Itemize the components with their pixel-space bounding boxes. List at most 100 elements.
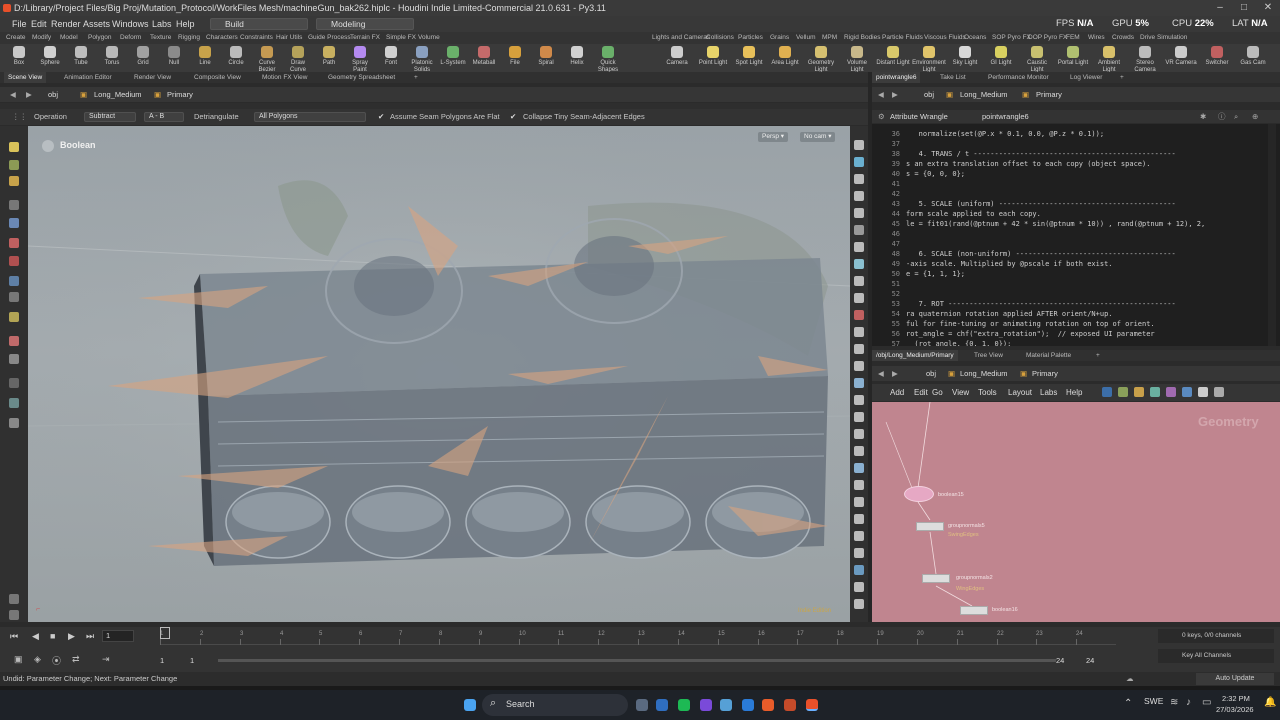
loop-icon[interactable]: ⇄ <box>72 654 80 665</box>
desktop-build-selector[interactable]: Build <box>210 18 308 30</box>
transform-tool-icon[interactable] <box>9 160 19 170</box>
magnet-tool-icon[interactable] <box>9 336 19 346</box>
select-tool-icon[interactable] <box>9 142 19 152</box>
viewport-display-option-icon[interactable] <box>854 174 864 184</box>
assume-seam-checkbox[interactable]: ✔ <box>378 109 384 125</box>
shelf-tab[interactable]: Simple FX <box>386 32 416 44</box>
network-toolbar-icon[interactable] <box>1134 387 1144 397</box>
shelf-tool-button[interactable]: Font <box>376 46 406 67</box>
viewport-display-option-icon[interactable] <box>854 565 864 575</box>
shelf-tool-button[interactable]: File <box>500 46 530 67</box>
path-long-medium[interactable]: Long_Medium <box>960 366 1008 381</box>
start-frame[interactable]: 1 <box>160 656 164 665</box>
add-tab-icon[interactable]: + <box>1092 350 1104 361</box>
shelf-tool-button[interactable]: Point Light <box>696 46 730 67</box>
shelf-tool-button[interactable]: VR Camera <box>1164 46 1198 67</box>
path-obj[interactable]: obj <box>926 366 936 381</box>
shelf-tab[interactable]: Rigid Bodies <box>844 32 881 44</box>
battery-icon[interactable]: ▭ <box>1202 697 1211 708</box>
snap-tool-icon[interactable] <box>9 276 19 286</box>
brush-tool-icon[interactable] <box>9 312 19 322</box>
settings-tool-icon[interactable] <box>9 610 19 620</box>
scene-viewport[interactable]: Boolean Persp ▾ No cam ▾ Indie Edition ⌐ <box>28 126 850 622</box>
viewport-display-option-icon[interactable] <box>854 310 864 320</box>
network-toolbar-icon[interactable] <box>1150 387 1160 397</box>
network-menu-item[interactable]: Edit <box>914 384 928 401</box>
shelf-tab[interactable]: Modify <box>32 32 51 44</box>
brave-icon[interactable] <box>762 699 774 711</box>
maximize-button[interactable]: □ <box>1232 0 1256 16</box>
grid-tool-icon[interactable] <box>9 594 19 604</box>
spotify-icon[interactable] <box>678 699 690 711</box>
path-long-medium[interactable]: Long_Medium <box>94 87 142 102</box>
shelf-tab[interactable]: Model <box>60 32 78 44</box>
viewport-display-option-icon[interactable] <box>854 497 864 507</box>
viewport-display-option-icon[interactable] <box>854 276 864 286</box>
handle-tool-icon[interactable] <box>9 176 19 186</box>
search-icon[interactable]: ⌕ <box>1234 110 1238 123</box>
shelf-tool-button[interactable]: Circle <box>221 46 251 67</box>
viewport-display-option-icon[interactable] <box>854 157 864 167</box>
dot-red2-icon[interactable] <box>9 256 19 266</box>
range-slider[interactable] <box>218 659 1056 662</box>
shelf-tab[interactable]: Oceans <box>964 32 986 44</box>
network-toolbar-icon[interactable] <box>1182 387 1192 397</box>
current-frame-field[interactable]: 1 <box>102 630 134 642</box>
shelf-tool-button[interactable]: Draw Curve <box>283 46 313 74</box>
shelf-tab[interactable]: Particle Fluids <box>882 32 923 44</box>
start-frame-2[interactable]: 1 <box>190 656 194 665</box>
shelf-tool-button[interactable]: Gas Cam <box>1236 46 1270 67</box>
network-menu-item[interactable]: Tools <box>978 384 997 401</box>
shelf-tool-button[interactable]: Ambient Light <box>1092 46 1126 74</box>
shelf-tool-button[interactable]: Torus <box>97 46 127 67</box>
minimize-button[interactable]: – <box>1208 0 1232 16</box>
camera-tool-icon[interactable] <box>9 418 19 428</box>
viewport-display-option-icon[interactable] <box>854 514 864 524</box>
viewport-display-option-icon[interactable] <box>854 378 864 388</box>
discord-icon[interactable] <box>700 699 712 711</box>
shelf-tab[interactable]: Volume <box>418 32 440 44</box>
stop-button[interactable]: ■ <box>50 631 55 641</box>
tab-pointwrangle6[interactable]: pointwrangle6 <box>872 72 921 83</box>
network-menu-item[interactable]: Help <box>1066 384 1082 401</box>
network-toolbar-icon[interactable] <box>1214 387 1224 397</box>
houdini-launcher-icon[interactable] <box>784 699 796 711</box>
path-primary[interactable]: Primary <box>167 87 193 102</box>
shelf-tool-button[interactable]: Platonic Solids <box>407 46 437 74</box>
help-icon[interactable]: ⓘ <box>1218 110 1226 123</box>
timeline-ruler[interactable]: 1 2 3 4 5 6 7 8 9 10 11 12 13 14 15 16 17 18 19 20 21 22 23 24 <box>160 627 1116 645</box>
viewport-display-option-icon[interactable] <box>854 395 864 405</box>
back-arrow-icon[interactable]: ◀ <box>10 87 16 102</box>
vex-code-editor[interactable]: 36 normalize(set(@P.x * 0.1, 0.0, @P.z *… <box>872 124 1280 346</box>
network-toolbar-icon[interactable] <box>1198 387 1208 397</box>
shelf-tab[interactable]: Constraints <box>240 32 273 44</box>
shelf-tool-button[interactable]: Curve Bezier <box>252 46 282 74</box>
viewport-display-option-icon[interactable] <box>854 344 864 354</box>
menu-help[interactable]: Help <box>176 16 195 32</box>
tab-network-path[interactable]: /obj/Long_Medium/Primary <box>872 350 958 361</box>
viewport-display-option-icon[interactable] <box>854 531 864 541</box>
audio-icon[interactable]: ▣ <box>14 654 23 665</box>
path-obj[interactable]: obj <box>924 87 934 102</box>
shelf-tool-button[interactable]: Null <box>159 46 189 67</box>
node-boolean16[interactable] <box>960 606 988 615</box>
shelf-tool-button[interactable]: Portal Light <box>1056 46 1090 67</box>
network-toolbar-icon[interactable] <box>1102 387 1112 397</box>
viewport-display-option-icon[interactable] <box>854 293 864 303</box>
shelf-tab[interactable]: Polygon <box>88 32 112 44</box>
add-tab-icon[interactable]: + <box>410 72 422 83</box>
shelf-tab[interactable]: Terrain FX <box>350 32 380 44</box>
viewport-display-option-icon[interactable] <box>854 446 864 456</box>
shelf-tool-button[interactable]: Environment Light <box>912 46 946 74</box>
shelf-tab[interactable]: Drive Simulation <box>1140 32 1187 44</box>
shelf-tool-button[interactable]: Geometry Light <box>804 46 838 74</box>
tab-tree-view[interactable]: Tree View <box>970 350 1007 361</box>
shelf-tab[interactable]: Characters <box>206 32 238 44</box>
viewport-display-option-icon[interactable] <box>854 412 864 422</box>
shelf-tool-button[interactable]: GI Light <box>984 46 1018 67</box>
shelf-tab[interactable]: Grains <box>770 32 789 44</box>
forward-arrow-icon[interactable]: ▶ <box>26 87 32 102</box>
code-scrollbar[interactable] <box>1268 124 1276 346</box>
detriangulate-dropdown[interactable]: All Polygons <box>254 112 366 122</box>
shelf-tab[interactable]: Viscous Fluids <box>924 32 966 44</box>
